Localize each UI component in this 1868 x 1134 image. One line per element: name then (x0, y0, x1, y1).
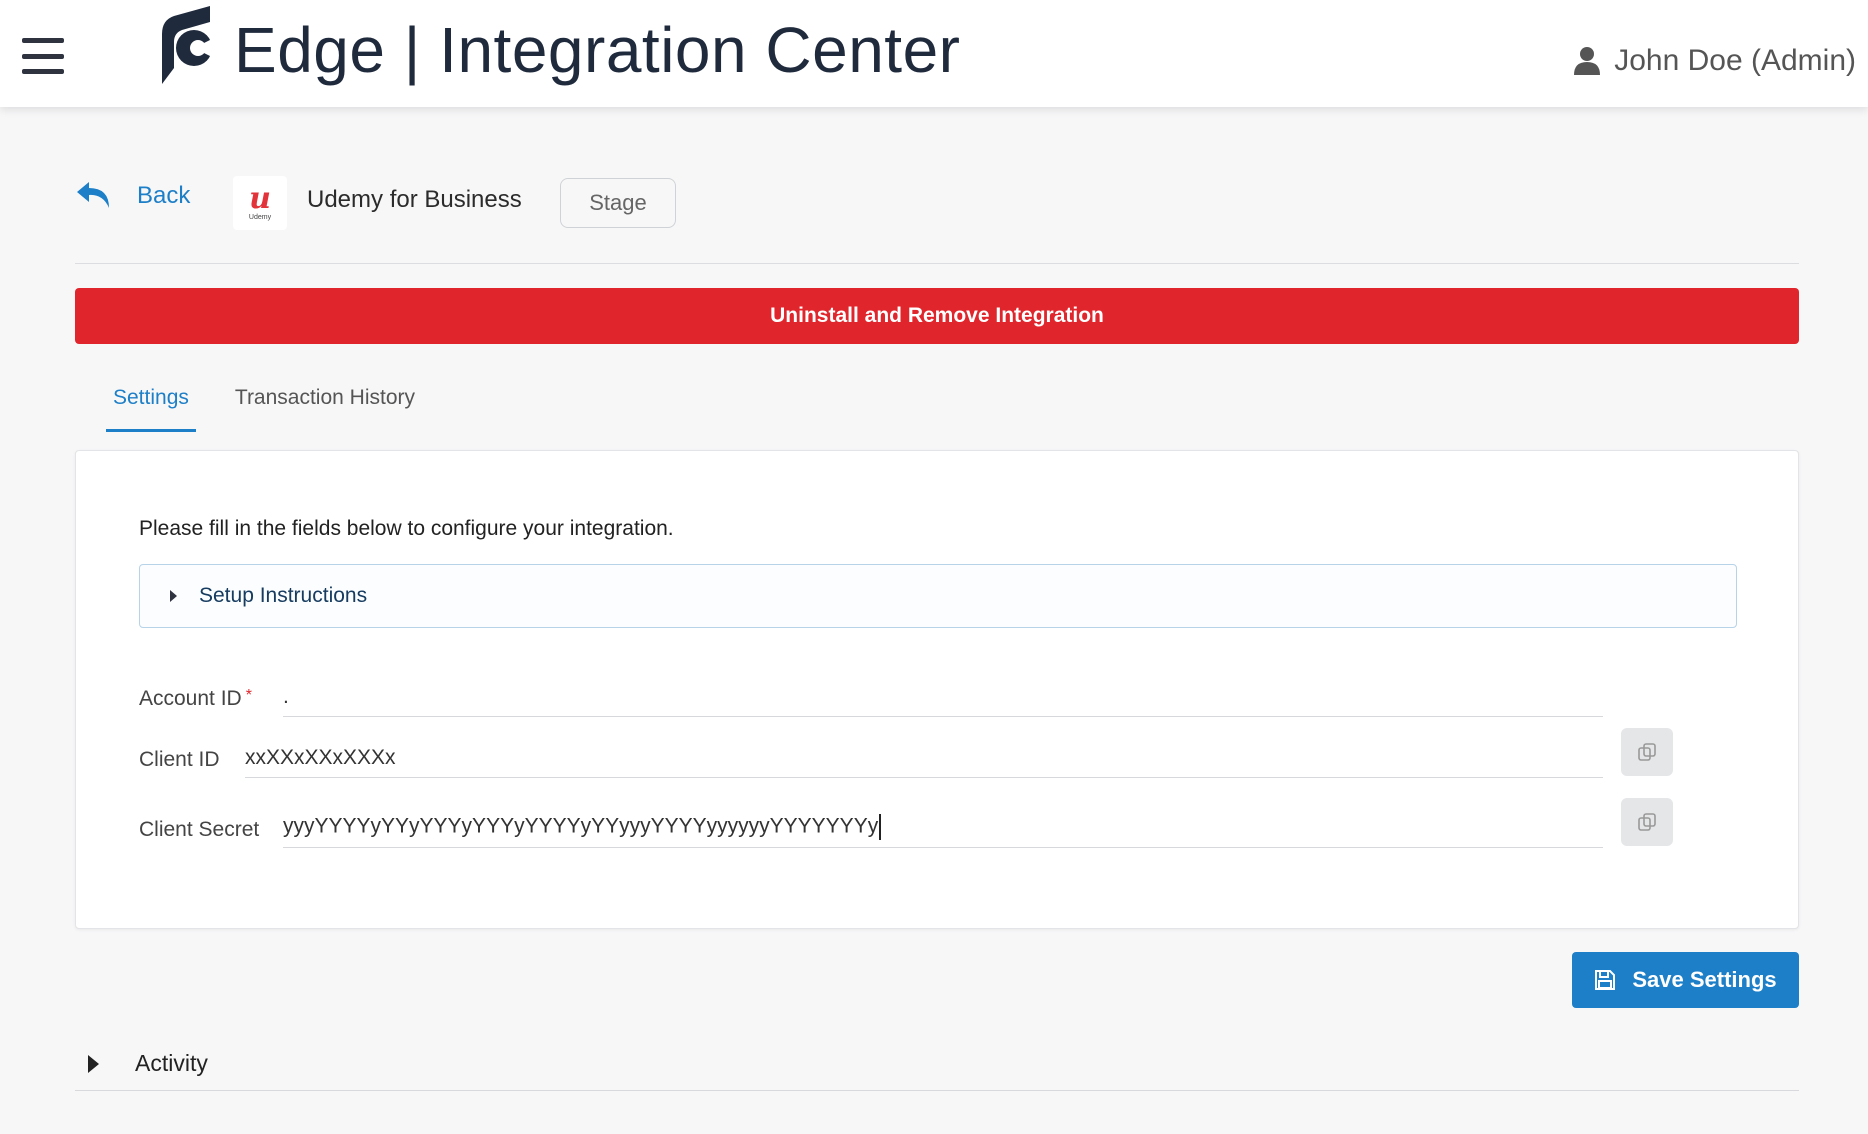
app-title: Edge | Integration Center (234, 14, 961, 86)
copy-icon (1638, 813, 1656, 831)
header-divider (75, 263, 1799, 264)
save-settings-button[interactable]: Save Settings (1572, 952, 1799, 1008)
tab-bar: Settings Transaction History (106, 378, 454, 432)
uninstall-button[interactable]: Uninstall and Remove Integration (75, 288, 1799, 344)
required-marker: * (245, 687, 252, 704)
copy-client-id-button[interactable] (1621, 728, 1673, 776)
user-menu[interactable]: John Doe (Admin) (1574, 44, 1856, 78)
settings-card: Please fill in the fields below to confi… (75, 450, 1799, 929)
activity-divider (75, 1090, 1799, 1091)
client-id-input[interactable] (245, 738, 1603, 778)
udemy-logo: u Udemy (233, 176, 287, 230)
back-label: Back (137, 182, 191, 209)
client-secret-input[interactable]: yyyYYYYyYYyYYYyYYYyYYYYyYYyyyYYYYyyyyyyY… (283, 808, 1603, 848)
text-cursor (879, 814, 882, 840)
tab-settings[interactable]: Settings (106, 378, 196, 432)
environment-button[interactable]: Stage (560, 178, 676, 228)
activity-toggle[interactable]: Activity (88, 1050, 208, 1077)
save-label: Save Settings (1632, 967, 1777, 992)
account-id-input[interactable] (283, 677, 1603, 717)
setup-instructions-label: Setup Instructions (199, 584, 368, 607)
tab-transaction-history[interactable]: Transaction History (228, 378, 422, 432)
client-secret-row: Client Secret yyyYYYYyYYyYYYyYYYyYYYYyYY… (139, 798, 1779, 852)
client-id-row: Client ID (139, 728, 1779, 782)
back-button[interactable]: Back (75, 180, 190, 212)
edge-logo-icon (162, 6, 218, 84)
menu-icon[interactable] (22, 38, 64, 74)
save-icon (1595, 970, 1616, 990)
copy-icon (1638, 743, 1656, 761)
user-name: John Doe (Admin) (1614, 44, 1856, 77)
back-arrow-icon (77, 182, 109, 208)
vendor-name: Udemy for Business (307, 186, 522, 213)
caret-right-icon (88, 1054, 99, 1073)
settings-intro: Please fill in the fields below to confi… (139, 517, 674, 540)
account-id-row: Account ID * (139, 677, 1779, 721)
account-id-label: Account ID * (139, 687, 252, 710)
app-header: Edge | Integration Center John Doe (Admi… (0, 0, 1868, 107)
client-secret-label: Client Secret (139, 818, 260, 841)
integration-header: Back u Udemy Udemy for Business Stage (75, 172, 1795, 234)
user-icon (1574, 47, 1601, 75)
client-secret-value: yyyYYYYyYYyYYYyYYYyYYYYyYYyyyYYYYyyyyyyY… (283, 814, 879, 838)
copy-client-secret-button[interactable] (1621, 798, 1673, 846)
setup-instructions-toggle[interactable]: Setup Instructions (139, 564, 1737, 628)
client-id-label: Client ID (139, 748, 220, 771)
caret-right-icon (170, 590, 177, 602)
activity-label: Activity (135, 1050, 208, 1076)
